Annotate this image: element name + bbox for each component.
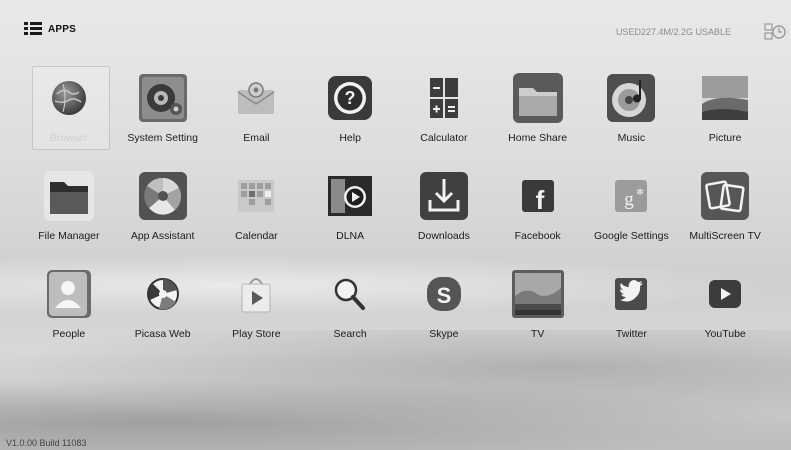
app-label: Home Share xyxy=(508,132,568,144)
app-label: Picture xyxy=(708,132,742,144)
app-label: People xyxy=(52,328,86,340)
app-tile-file-manager[interactable]: File Manager xyxy=(22,162,116,260)
skype-icon: S xyxy=(426,277,461,311)
app-tile-skype[interactable]: S Skype xyxy=(397,260,491,358)
app-label: YouTube xyxy=(704,328,746,340)
search-magnifier-icon xyxy=(334,278,366,310)
calculator-icon xyxy=(429,78,458,118)
app-label: DLNA xyxy=(336,230,365,242)
svg-text:?: ? xyxy=(345,88,356,108)
app-label: Help xyxy=(339,132,361,144)
picture-landscape-icon xyxy=(702,76,749,120)
tv-landscape-icon xyxy=(511,270,564,318)
app-tile-system-setting[interactable]: System Setting xyxy=(116,64,210,162)
svg-text:✻: ✻ xyxy=(637,187,645,197)
app-tile-youtube[interactable]: YouTube xyxy=(678,260,772,358)
app-tile-google-settings[interactable]: g ✻ Google Settings xyxy=(585,162,679,260)
app-label: Music xyxy=(617,132,646,144)
app-tile-search[interactable]: Search xyxy=(303,260,397,358)
app-tile-music[interactable]: Music xyxy=(585,64,679,162)
list-menu-icon xyxy=(24,22,42,36)
music-disc-icon xyxy=(607,74,656,122)
svg-text:S: S xyxy=(437,283,452,308)
apps-title: APPS xyxy=(48,23,77,35)
app-tile-twitter[interactable]: Twitter xyxy=(585,260,679,358)
app-label: File Manager xyxy=(38,230,100,242)
help-question-icon: ? xyxy=(328,76,373,120)
app-label: Play Store xyxy=(232,328,281,340)
picasa-icon xyxy=(146,278,179,310)
app-label: App Assistant xyxy=(130,230,195,242)
svg-text:f: f xyxy=(535,185,544,215)
app-label: Google Settings xyxy=(594,230,669,242)
app-label: Facebook xyxy=(514,230,561,242)
app-label: Skype xyxy=(429,328,459,340)
youtube-play-icon xyxy=(709,280,742,308)
app-label: System Setting xyxy=(127,132,198,144)
play-store-bag-icon xyxy=(241,278,271,313)
system-setting-gear-icon xyxy=(138,74,187,122)
apps-menu-button[interactable]: APPS xyxy=(24,22,76,36)
app-label: Downloads xyxy=(417,230,470,242)
email-envelope-icon xyxy=(237,82,275,114)
browser-globe-icon xyxy=(51,81,86,115)
app-label: Calendar xyxy=(235,230,278,242)
multiscreen-tv-icon xyxy=(701,172,750,220)
app-assistant-icon xyxy=(138,172,187,220)
app-label: Email xyxy=(243,132,270,144)
app-tile-play-store[interactable]: Play Store xyxy=(210,260,304,358)
top-bar: APPS USED227.4M/2.2G USABLE xyxy=(0,0,791,54)
app-tile-app-assistant[interactable]: App Assistant xyxy=(116,162,210,260)
home-share-folder-icon xyxy=(512,73,563,123)
app-tile-downloads[interactable]: Downloads xyxy=(397,162,491,260)
calendar-icon xyxy=(238,180,275,212)
app-tile-people[interactable]: People xyxy=(22,260,116,358)
svg-text:g: g xyxy=(625,189,635,210)
app-label: TV xyxy=(530,328,545,340)
twitter-bird-icon xyxy=(615,278,648,310)
app-tile-picture[interactable]: Picture xyxy=(678,64,772,162)
build-version: V1.0.00 Build 11083 xyxy=(6,438,87,448)
app-tile-email[interactable]: Email xyxy=(210,64,304,162)
app-tile-help[interactable]: ? Help xyxy=(303,64,397,162)
app-label: Browser xyxy=(49,132,89,144)
app-tile-facebook[interactable]: f Facebook xyxy=(491,162,585,260)
app-tile-calculator[interactable]: Calculator xyxy=(397,64,491,162)
facebook-icon: f xyxy=(521,180,554,215)
file-manager-folder-icon xyxy=(43,171,94,221)
app-label: Calculator xyxy=(420,132,468,144)
people-contact-icon xyxy=(46,270,91,318)
google-settings-icon: g ✻ xyxy=(615,180,648,212)
dlna-play-icon xyxy=(328,176,373,216)
storage-status: USED227.4M/2.2G USABLE xyxy=(615,27,731,37)
app-label: Twitter xyxy=(615,328,647,340)
app-label: Picasa Web xyxy=(134,328,191,340)
app-label: MultiScreen TV xyxy=(689,230,761,242)
app-tile-dlna[interactable]: DLNA xyxy=(303,162,397,260)
app-tile-picasa-web[interactable]: Picasa Web xyxy=(116,260,210,358)
clock-icon[interactable] xyxy=(764,23,786,41)
app-tile-calendar[interactable]: Calendar xyxy=(210,162,304,260)
apps-grid: Browser System Setting Email ? Help Calc… xyxy=(22,64,772,358)
download-icon xyxy=(419,172,468,220)
app-tile-browser[interactable]: Browser xyxy=(22,64,116,162)
app-tile-multiscreen-tv[interactable]: MultiScreen TV xyxy=(678,162,772,260)
app-tile-home-share[interactable]: Home Share xyxy=(491,64,585,162)
app-label: Search xyxy=(333,328,367,340)
app-tile-tv[interactable]: TV xyxy=(491,260,585,358)
